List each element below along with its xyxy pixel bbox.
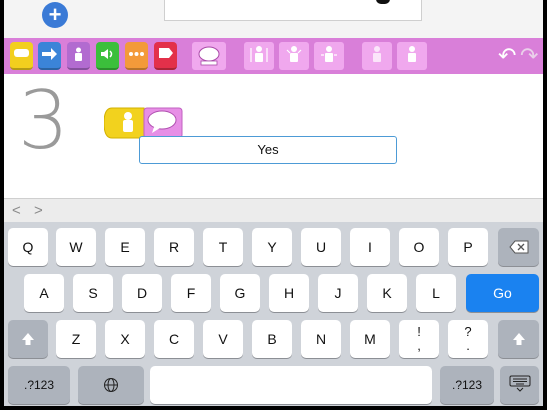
globe-key[interactable] [78,366,144,404]
backspace-icon [508,240,528,254]
key-f[interactable]: F [171,274,211,312]
key-w[interactable]: W [56,228,96,266]
shrink-person-icon [286,46,302,62]
key-m[interactable]: M [350,320,390,358]
category-control-tab[interactable] [125,42,148,70]
person-icon [75,47,82,61]
show-person-icon [408,46,416,62]
key-d[interactable]: D [122,274,162,312]
key-x[interactable]: X [105,320,145,358]
dismiss-keyboard-key[interactable] [500,366,539,404]
page-number: 3 [18,74,69,167]
control-icon [129,52,144,56]
block-grow[interactable] [244,42,274,70]
key-o[interactable]: O [399,228,439,266]
key-u[interactable]: U [301,228,341,266]
key-a[interactable]: A [24,274,64,312]
numbers-key-right[interactable]: .?123 [440,366,494,404]
key-s[interactable]: S [73,274,113,312]
reset-person-icon [321,46,337,62]
key-n[interactable]: N [301,320,341,358]
key-q[interactable]: Q [8,228,48,266]
category-end-tab[interactable] [154,42,177,70]
block-hide[interactable] [362,42,392,70]
speech-bubble-icon [198,46,220,66]
key-bottom-char: , [417,338,421,353]
key-e[interactable]: E [105,228,145,266]
key-h[interactable]: H [269,274,309,312]
script-canvas[interactable]: 3 Yes [4,74,543,198]
shift-key-left[interactable] [8,320,48,358]
block-show[interactable] [397,42,427,70]
end-flag-icon [159,48,173,58]
block-say[interactable] [192,42,226,70]
speaker-icon [101,49,113,59]
key-b[interactable]: B [252,320,292,358]
next-field-button[interactable]: > [34,202,43,219]
space-bar[interactable] [150,366,432,404]
key-g[interactable]: G [220,274,260,312]
category-motion-tab[interactable] [38,42,61,70]
category-triggering-tab[interactable] [10,42,33,70]
key-c[interactable]: C [154,320,194,358]
globe-icon [104,378,118,392]
tap-and-say-script [103,107,183,139]
go-key[interactable]: Go [466,274,539,312]
key-p[interactable]: P [448,228,488,266]
key-top-char: ! [417,324,421,339]
block-palette: ↶ ↷ [4,38,543,74]
shift-icon [512,333,525,345]
shift-icon [22,333,34,345]
top-bar: + [4,0,543,38]
block-reset-size[interactable] [314,42,344,70]
key-j[interactable]: J [318,274,358,312]
key-z[interactable]: Z [56,320,96,358]
speech-text-field[interactable]: Yes [139,136,397,164]
category-looks-tab[interactable] [67,42,90,70]
category-sound-tab[interactable] [96,42,119,70]
backspace-key[interactable] [498,228,539,266]
key-l[interactable]: L [416,274,456,312]
script-blocks[interactable] [103,106,184,140]
hide-person-icon [373,46,381,62]
arrow-right-icon [42,48,57,60]
block-shrink[interactable] [279,42,309,70]
redo-button[interactable]: ↷ [520,45,538,67]
onscreen-keyboard: Q W E R T Y U I O P A S D F G H J K L Go… [4,222,543,406]
key-top-char: ? [464,324,472,339]
shift-key-right[interactable] [498,320,539,358]
add-page-button[interactable]: + [42,2,68,28]
app-window: + ↶ ↷ 3 Yes < > Q W E R T Y U I O P A S … [4,0,543,406]
key-k[interactable]: K [367,274,407,312]
undo-button[interactable]: ↶ [498,45,516,67]
key-t[interactable]: T [203,228,243,266]
trigger-icon [14,49,29,57]
grow-person-icon [250,46,268,62]
key-bottom-char: . [466,338,470,353]
keyboard-hide-icon [509,375,530,392]
key-exclamation-comma[interactable]: ! , [399,320,439,358]
previous-field-button[interactable]: < [12,202,21,219]
numbers-key-left[interactable]: .?123 [8,366,70,404]
key-i[interactable]: I [350,228,390,266]
key-r[interactable]: R [154,228,194,266]
key-question-period[interactable]: ? . [448,320,488,358]
key-y[interactable]: Y [252,228,292,266]
keyboard-assistant-bar: < > [4,198,543,223]
key-v[interactable]: V [203,320,243,358]
